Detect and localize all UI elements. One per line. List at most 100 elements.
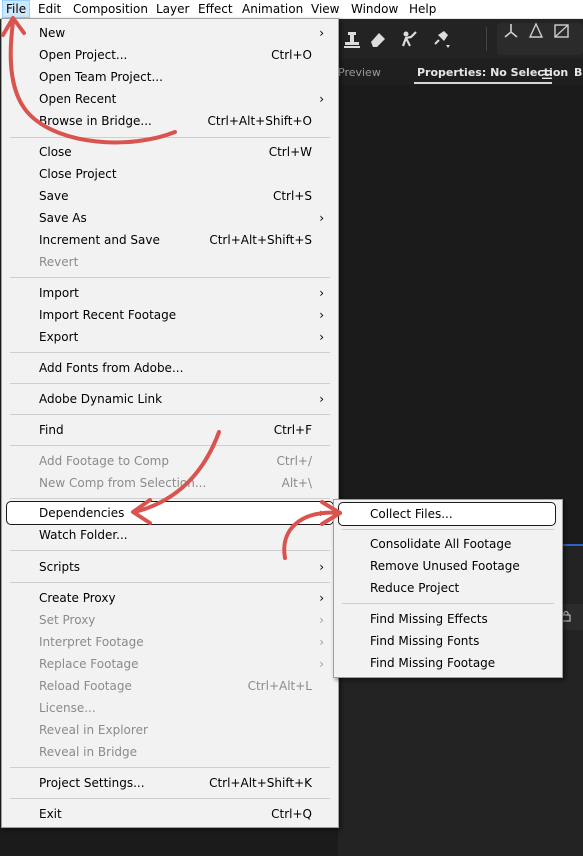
menu-item-label: Save [39, 189, 69, 203]
menu-item-label: Consolidate All Footage [370, 537, 512, 551]
menu-item-exit[interactable]: Exit Ctrl+Q [2, 803, 338, 825]
menu-item-add-footage-to-comp[interactable]: Add Footage to Comp Ctrl+/ [2, 450, 338, 472]
menu-item-label: Close [39, 145, 72, 159]
chevron-right-icon: › [319, 330, 324, 344]
menu-item-shortcut: Ctrl+S [272, 189, 312, 203]
menu-item-label: Reveal in Bridge [39, 745, 138, 759]
menu-item-export[interactable]: Export › [2, 326, 338, 348]
menu-item-collect-files[interactable]: Collect Files... [338, 502, 556, 526]
menu-item-new-comp-from-selection[interactable]: New Comp from Selection... Alt+\ [2, 472, 338, 494]
menu-window[interactable]: Window [347, 0, 402, 18]
menu-item-find-missing-footage[interactable]: Find Missing Footage [334, 652, 562, 674]
menu-item-project-settings[interactable]: Project Settings... Ctrl+Alt+Shift+K [2, 772, 338, 794]
menu-item-watch-folder[interactable]: Watch Folder... [2, 524, 338, 546]
menu-item-create-proxy[interactable]: Create Proxy › [2, 587, 338, 609]
menu-item-add-fonts[interactable]: Add Fonts from Adobe... [2, 357, 338, 379]
menu-item-label: Find Missing Effects [370, 612, 488, 626]
menu-item-dependencies[interactable]: Dependencies › [6, 501, 334, 525]
menu-item-save[interactable]: Save Ctrl+S [2, 185, 338, 207]
menu-item-reload-footage[interactable]: Reload Footage Ctrl+Alt+L [2, 675, 338, 697]
menu-item-consolidate-all-footage[interactable]: Consolidate All Footage [334, 533, 562, 555]
menu-item-import[interactable]: Import › [2, 282, 338, 304]
menu-item-label: Replace Footage [39, 657, 139, 671]
menu-item-reduce-project[interactable]: Reduce Project [334, 577, 562, 599]
menu-item-open-team-project[interactable]: Open Team Project... [2, 66, 338, 88]
menu-item-shortcut: Ctrl+Alt+Shift+K [209, 776, 312, 790]
menu-separator [10, 445, 330, 446]
menu-item-label: Open Team Project... [39, 70, 163, 84]
menu-composition[interactable]: Composition [69, 0, 152, 18]
menu-item-shortcut: Ctrl+W [268, 145, 312, 159]
menu-item-remove-unused-footage[interactable]: Remove Unused Footage [334, 555, 562, 577]
menu-effect[interactable]: Effect [194, 0, 237, 18]
menu-help[interactable]: Help [405, 0, 440, 18]
menu-item-shortcut: Ctrl+Alt+Shift+O [207, 114, 312, 128]
menu-item-find-missing-fonts[interactable]: Find Missing Fonts [334, 630, 562, 652]
menu-item-shortcut: Ctrl+Alt+L [247, 679, 312, 693]
menu-item-reveal-in-bridge[interactable]: Reveal in Bridge [2, 741, 338, 763]
menu-item-shortcut: Ctrl+/ [276, 454, 312, 468]
menu-bar: File Edit Composition Layer Effect Anima… [0, 0, 583, 19]
menu-item-open-recent[interactable]: Open Recent › [2, 88, 338, 110]
roto-brush-icon[interactable] [398, 28, 420, 50]
menu-item-import-recent-footage[interactable]: Import Recent Footage › [2, 304, 338, 326]
menu-item-set-proxy[interactable]: Set Proxy › [2, 609, 338, 631]
axis-view-icon[interactable] [551, 20, 573, 42]
chevron-right-icon: › [319, 392, 324, 406]
menu-separator [10, 550, 330, 551]
menu-item-replace-footage[interactable]: Replace Footage › [2, 653, 338, 675]
menu-item-label: New Comp from Selection... [39, 476, 207, 490]
chevron-right-icon: › [319, 657, 324, 671]
menu-item-close-project[interactable]: Close Project [2, 163, 338, 185]
menu-layer[interactable]: Layer [152, 0, 193, 18]
chevron-right-icon: › [319, 506, 324, 520]
menu-item-dynamic-link[interactable]: Adobe Dynamic Link › [2, 388, 338, 410]
puppet-pin-icon[interactable] [429, 28, 451, 50]
menu-item-browse-in-bridge[interactable]: Browse in Bridge... Ctrl+Alt+Shift+O [2, 110, 338, 132]
chevron-right-icon: › [319, 613, 324, 627]
panel-menu-icon[interactable] [542, 68, 552, 79]
menu-item-license[interactable]: License... [2, 697, 338, 719]
menu-separator [10, 277, 330, 278]
menu-item-save-as[interactable]: Save As › [2, 207, 338, 229]
menu-animation[interactable]: Animation [238, 0, 307, 18]
menu-separator [10, 498, 330, 499]
stamp-tool-icon[interactable] [341, 28, 363, 50]
menu-item-label: Collect Files... [370, 507, 453, 521]
menu-item-reveal-in-explorer[interactable]: Reveal in Explorer [2, 719, 338, 741]
menu-item-new[interactable]: New › [2, 22, 338, 44]
menu-item-label: Add Fonts from Adobe... [39, 361, 184, 375]
menu-item-scripts[interactable]: Scripts › [2, 556, 338, 578]
menu-view[interactable]: View [307, 0, 343, 18]
file-menu: New › Open Project... Ctrl+O Open Team P… [1, 18, 339, 828]
menu-separator [10, 798, 330, 799]
menu-item-open-project[interactable]: Open Project... Ctrl+O [2, 44, 338, 66]
menu-item-label: Export [39, 330, 79, 344]
menu-item-label: Interpret Footage [39, 635, 144, 649]
axis-local-icon[interactable] [500, 20, 522, 42]
menu-item-label: Reduce Project [370, 581, 460, 595]
menu-item-label: Watch Folder... [39, 528, 128, 542]
menu-item-close[interactable]: Close Ctrl+W [2, 141, 338, 163]
menu-item-label: Import Recent Footage [39, 308, 177, 322]
menu-item-label: Reveal in Explorer [39, 723, 148, 737]
menu-item-increment-and-save[interactable]: Increment and Save Ctrl+Alt+Shift+S [2, 229, 338, 251]
chevron-right-icon: › [319, 308, 324, 322]
menu-item-interpret-footage[interactable]: Interpret Footage › [2, 631, 338, 653]
menu-item-find-missing-effects[interactable]: Find Missing Effects [334, 608, 562, 630]
menu-item-label: Find Missing Footage [370, 656, 496, 670]
menu-item-revert[interactable]: Revert [2, 251, 338, 273]
axis-world-icon[interactable] [525, 20, 547, 42]
menu-item-shortcut: Ctrl+F [273, 423, 312, 437]
menu-edit[interactable]: Edit [34, 0, 65, 18]
menu-item-label: Remove Unused Footage [370, 559, 520, 573]
tab-preview[interactable]: Preview [338, 66, 381, 79]
menu-separator [10, 767, 330, 768]
menu-item-label: Close Project [39, 167, 117, 181]
menu-item-label: Open Recent [39, 92, 117, 106]
menu-item-label: Add Footage to Comp [39, 454, 169, 468]
tab-next[interactable]: Br [574, 66, 583, 79]
menu-file[interactable]: File [2, 0, 31, 18]
menu-item-find[interactable]: Find Ctrl+F [2, 419, 338, 441]
eraser-tool-icon[interactable] [367, 28, 389, 50]
